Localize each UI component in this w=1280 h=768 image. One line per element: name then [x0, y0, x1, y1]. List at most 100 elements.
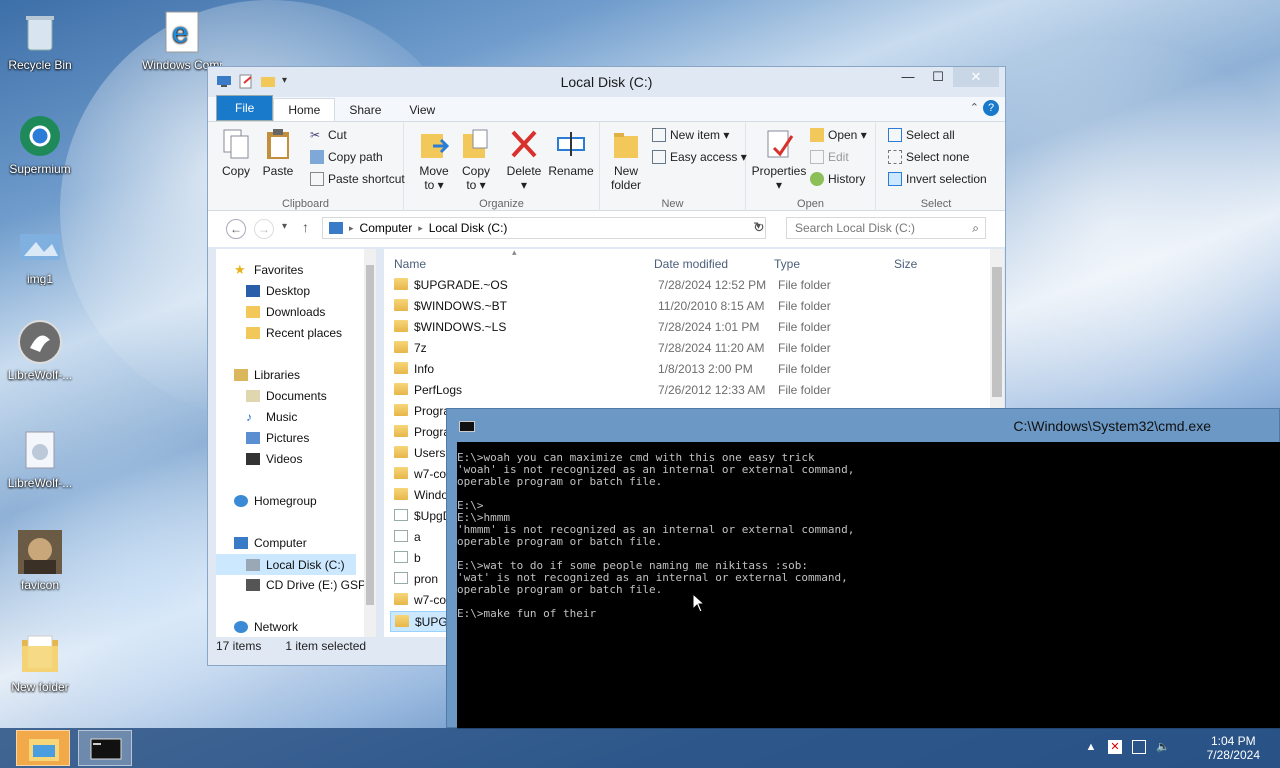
taskbar-file-explorer[interactable]	[16, 730, 70, 766]
recent-locations-chevron-icon[interactable]: ▾	[282, 221, 287, 232]
file-row[interactable]: 7z 7/28/2024 11:20 AM File folder	[390, 338, 980, 359]
column-header-size[interactable]: Size	[894, 257, 917, 271]
nav-label: Pictures	[266, 431, 310, 445]
desktop-icon-librewolf-installer[interactable]: LibreWolf-...	[0, 426, 80, 490]
nav-videos[interactable]: Videos	[246, 452, 302, 466]
music-icon: ♪	[246, 410, 252, 424]
collapse-ribbon-icon[interactable]: ⌃	[970, 101, 979, 114]
file-row[interactable]: $UPGRADE.~OS 7/28/2024 12:52 PM File folde…	[390, 275, 980, 296]
breadcrumb-computer[interactable]: Computer	[360, 221, 413, 235]
desktop-icon-supermium[interactable]: Supermium	[0, 112, 80, 176]
folder-icon	[394, 299, 408, 311]
volume-muted-icon[interactable]: 🔈	[1156, 740, 1170, 754]
tab-share[interactable]: Share	[335, 99, 395, 121]
file-name: Info	[414, 362, 435, 376]
invert-selection-button[interactable]: Invert selection	[888, 172, 987, 186]
copy-label: Copy	[221, 164, 250, 178]
copy-path-button[interactable]: Copy path	[310, 150, 383, 164]
desktop-icon-favicon[interactable]: favicon	[0, 528, 80, 592]
taskbar-command-prompt[interactable]	[78, 730, 132, 766]
tab-home[interactable]: Home	[273, 98, 336, 121]
open-group: Properties ▾ Open ▾ Edit History Open	[746, 122, 876, 212]
file-row[interactable]: $WINDOWS.~BT 11/20/2010 8:15 AM File folde…	[390, 296, 980, 317]
console-line: operable program or batch file.	[457, 475, 663, 488]
file-row[interactable]: PerfLogs 7/26/2012 12:33 AM File folder	[390, 380, 980, 401]
console-output[interactable]: E:\>woah you can maximize cmd with this …	[457, 442, 1280, 729]
nav-label: Computer	[254, 536, 307, 550]
folder-icon	[394, 446, 408, 458]
nav-documents[interactable]: Documents	[246, 389, 327, 403]
copy-to-button[interactable]: Copy to ▾	[454, 128, 498, 192]
file-row[interactable]: $WINDOWS.~LS 7/28/2024 1:01 PM File folder	[390, 317, 980, 338]
clock[interactable]: 1:04 PM 7/28/2024	[1207, 734, 1260, 762]
photo-icon	[16, 528, 64, 576]
search-input[interactable]: Search Local Disk (C:) ⌕	[786, 217, 986, 239]
cmd-title-bar[interactable]: C:\Windows\System32\cmd.exe	[447, 409, 1279, 442]
title-bar[interactable]: ▾ Local Disk (C:) — ☐ ✕	[208, 67, 1005, 97]
command-prompt-window[interactable]: C:\Windows\System32\cmd.exe E:\>woah you…	[446, 408, 1280, 729]
maximize-button[interactable]: ☐	[923, 67, 953, 87]
file-row[interactable]: Info 1/8/2013 2:00 PM File folder	[390, 359, 980, 380]
scrollbar-thumb[interactable]	[992, 267, 1002, 397]
search-icon[interactable]: ⌕	[972, 218, 979, 238]
breadcrumb-local-disk[interactable]: Local Disk (C:)	[429, 221, 508, 235]
edit-button[interactable]: Edit	[810, 150, 849, 164]
copy-button[interactable]: Copy	[214, 128, 258, 178]
help-icon[interactable]: ?	[983, 100, 999, 116]
move-to-button[interactable]: Move to ▾	[412, 128, 456, 192]
select-none-button[interactable]: Select none	[888, 150, 969, 164]
address-bar[interactable]: ▸ Computer ▸ Local Disk (C:) ▾	[322, 217, 766, 239]
scrollbar-thumb[interactable]	[366, 265, 374, 605]
nav-local-disk[interactable]: Local Disk (C:)	[216, 554, 356, 575]
nav-favorites[interactable]: ★ Favorites	[234, 263, 303, 277]
desktop-icon-recycle-bin[interactable]: Recycle Bin	[0, 8, 80, 72]
paste-shortcut-button[interactable]: Paste shortcut	[310, 172, 405, 186]
close-button[interactable]: ✕	[953, 67, 999, 87]
desktop-icon-label: New folder	[11, 680, 69, 694]
nav-downloads[interactable]: Downloads	[246, 305, 325, 319]
action-center-icon[interactable]: ✕	[1108, 740, 1122, 754]
easy-access-button[interactable]: Easy access ▾	[652, 150, 747, 164]
new-folder-button[interactable]: New folder	[604, 128, 648, 192]
desktop-icon-windows-compat[interactable]: e Windows Compatib	[142, 8, 222, 72]
back-button[interactable]: ←	[226, 219, 246, 239]
minimize-button[interactable]: —	[893, 67, 923, 87]
nav-homegroup[interactable]: Homegroup	[234, 494, 317, 508]
desktop-icon-new-folder[interactable]: New folder	[0, 630, 80, 694]
refresh-icon[interactable]: ↻	[753, 219, 765, 236]
ribbon: Copy Paste ✂ Cut Copy path Paste shortcut…	[208, 121, 1005, 212]
cut-button[interactable]: ✂ Cut	[310, 128, 347, 142]
select-all-button[interactable]: Select all	[888, 128, 955, 142]
show-hidden-icons-icon[interactable]: ▲	[1084, 740, 1098, 754]
forward-button[interactable]: →	[254, 219, 274, 239]
network-status-icon[interactable]	[1132, 740, 1146, 754]
pictures-icon	[246, 432, 260, 444]
item-count: 17 items	[216, 639, 262, 653]
tab-file[interactable]: File	[216, 95, 274, 121]
nav-scrollbar[interactable]	[364, 249, 376, 637]
nav-recent-places[interactable]: Recent places	[246, 326, 342, 340]
nav-pictures[interactable]: Pictures	[246, 431, 309, 445]
column-header-name[interactable]: Name	[394, 257, 426, 271]
nav-desktop[interactable]: Desktop	[246, 284, 310, 298]
tab-view[interactable]: View	[395, 99, 449, 121]
nav-computer[interactable]: Computer	[234, 536, 307, 550]
desktop-icon-librewolf[interactable]: LibreWolf-...	[0, 318, 80, 382]
nav-music[interactable]: ♪ Music	[246, 410, 297, 424]
column-header-date[interactable]: Date modified	[654, 257, 728, 271]
desktop-icon-img1[interactable]: img1	[0, 222, 80, 286]
new-item-button[interactable]: New item ▾	[652, 128, 729, 142]
rename-button[interactable]: Rename	[546, 128, 596, 178]
nav-network[interactable]: Network	[234, 620, 298, 634]
delete-button[interactable]: Delete ▾	[502, 128, 546, 192]
properties-button[interactable]: Properties ▾	[750, 128, 808, 192]
open-button[interactable]: Open ▾	[810, 128, 867, 142]
nav-cd-drive[interactable]: CD Drive (E:) GSP	[246, 578, 366, 592]
history-button[interactable]: History	[810, 172, 865, 186]
up-arrow-icon[interactable]: ↑	[302, 219, 309, 235]
file-name: Users	[414, 446, 446, 460]
column-header-type[interactable]: Type	[774, 257, 800, 271]
paste-button[interactable]: Paste	[256, 128, 300, 178]
nav-libraries[interactable]: Libraries	[234, 368, 300, 382]
file-type: File folder	[778, 362, 831, 376]
